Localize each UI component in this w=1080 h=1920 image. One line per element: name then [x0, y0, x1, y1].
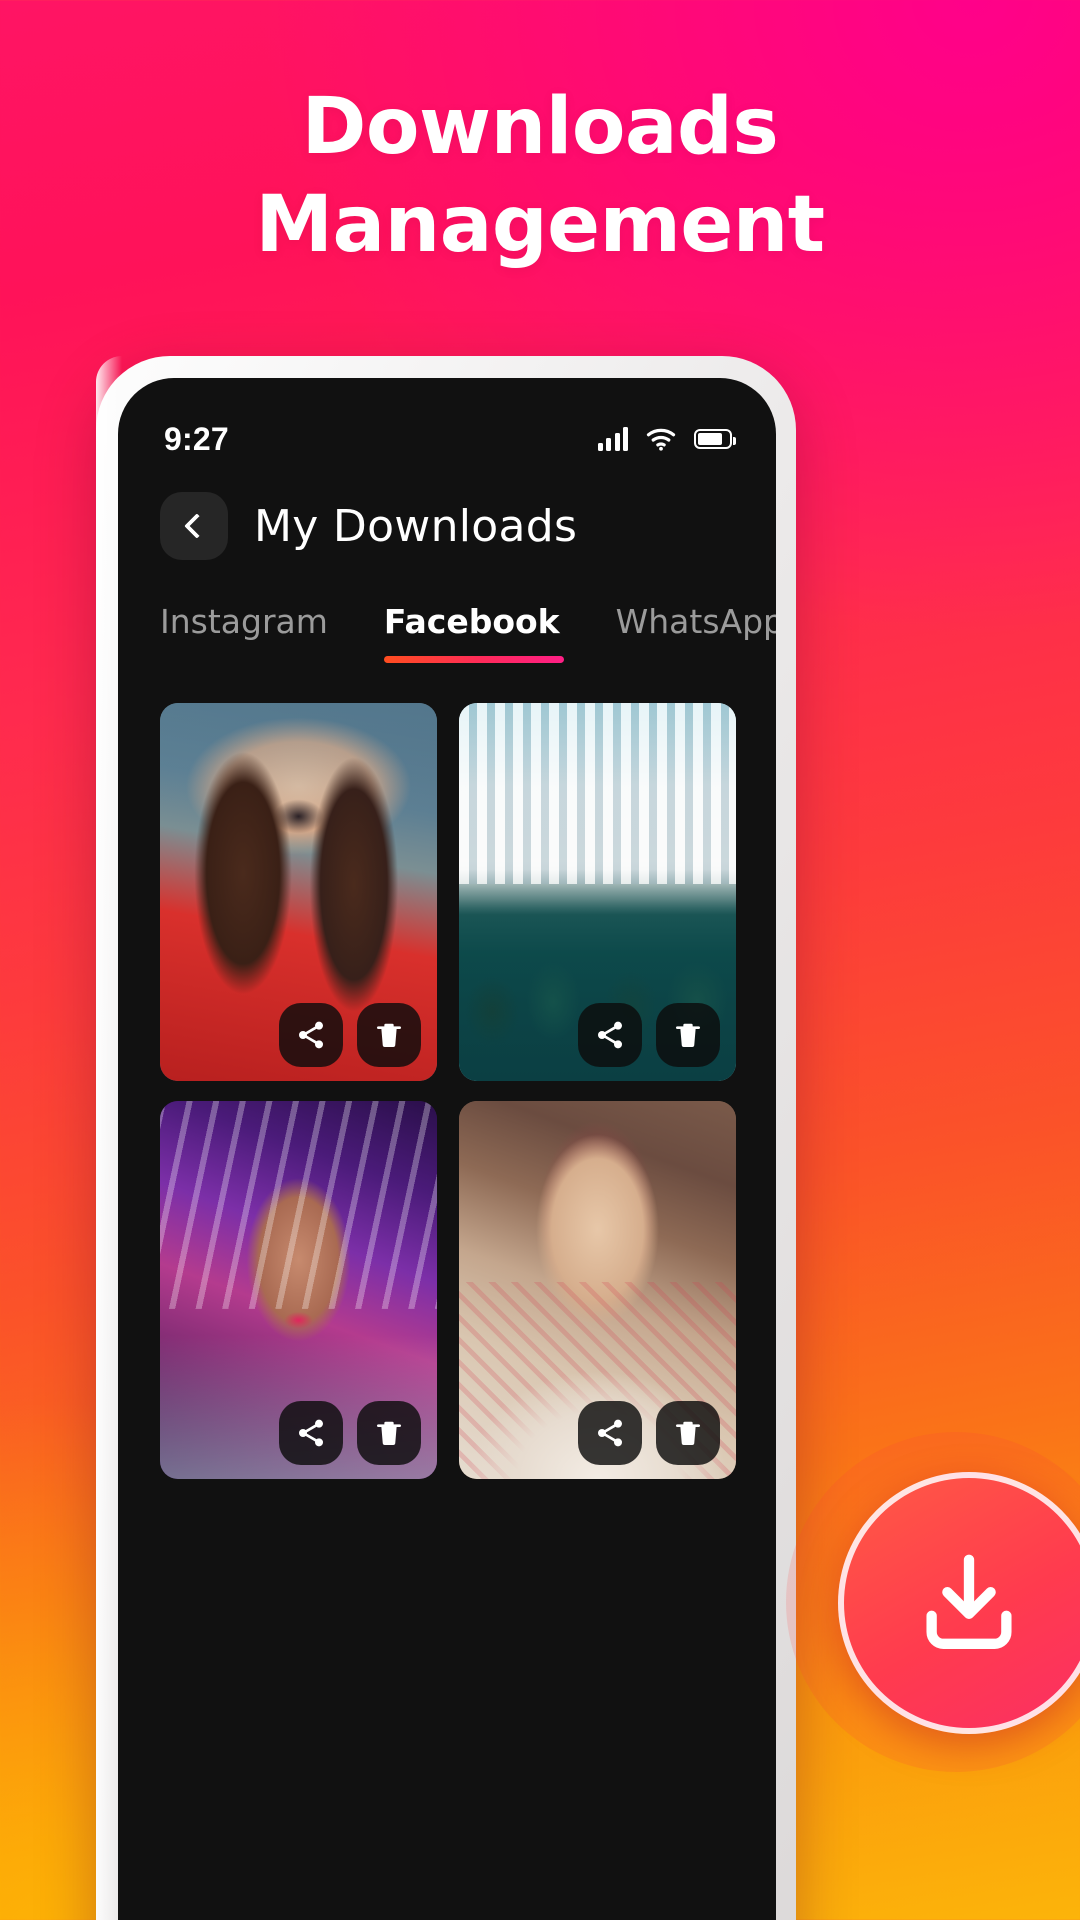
delete-button[interactable]: [357, 1401, 421, 1465]
status-bar: 9:27: [118, 378, 776, 474]
tab-label: Instagram: [160, 602, 328, 641]
tab-whatsapp[interactable]: WhatsApp: [616, 602, 776, 663]
item-actions: [279, 1401, 421, 1465]
share-button[interactable]: [578, 1003, 642, 1067]
share-icon: [598, 1419, 622, 1447]
chevron-left-icon: [184, 513, 210, 539]
headline-line-2: Management: [255, 180, 825, 270]
back-button[interactable]: [160, 492, 228, 560]
download-item[interactable]: [160, 703, 437, 1081]
share-icon: [299, 1419, 323, 1447]
tab-instagram[interactable]: Instagram: [160, 602, 328, 663]
share-button[interactable]: [279, 1401, 343, 1465]
wifi-icon: [646, 428, 676, 451]
download-icon: [926, 1554, 1012, 1649]
download-item[interactable]: [459, 1101, 736, 1479]
share-button[interactable]: [279, 1003, 343, 1067]
delete-button[interactable]: [656, 1401, 720, 1465]
share-button[interactable]: [578, 1401, 642, 1465]
download-item[interactable]: [160, 1101, 437, 1479]
delete-button[interactable]: [656, 1003, 720, 1067]
tab-facebook[interactable]: Facebook: [383, 602, 564, 663]
status-bar-icons: [597, 427, 736, 452]
tab-label: Facebook: [383, 602, 560, 641]
phone-mockup: 9:27 My Downloads Instagram Facebook Wha…: [96, 356, 796, 1920]
headline-line-1: Downloads: [301, 82, 779, 172]
promo-headline: Downloads Management: [0, 78, 1080, 274]
trash-icon: [676, 1421, 700, 1445]
active-tab-indicator: [383, 656, 564, 663]
battery-icon: [694, 429, 736, 449]
item-actions: [578, 1401, 720, 1465]
tab-label: WhatsApp: [615, 602, 776, 641]
share-icon: [598, 1021, 622, 1049]
download-item[interactable]: [459, 703, 736, 1081]
downloads-grid: [118, 663, 776, 1479]
phone-screen: 9:27 My Downloads Instagram Facebook Wha…: [118, 378, 776, 1920]
item-actions: [578, 1003, 720, 1067]
trash-icon: [377, 1421, 401, 1445]
item-actions: [279, 1003, 421, 1067]
trash-icon: [676, 1023, 700, 1047]
page-title: My Downloads: [254, 500, 578, 552]
signal-bars-icon: [597, 427, 628, 451]
share-icon: [299, 1021, 323, 1049]
status-bar-clock: 9:27: [164, 420, 229, 457]
trash-icon: [377, 1023, 401, 1047]
delete-button[interactable]: [357, 1003, 421, 1067]
source-tabs: Instagram Facebook WhatsApp Twitter: [118, 560, 776, 663]
app-bar: My Downloads: [118, 474, 776, 560]
